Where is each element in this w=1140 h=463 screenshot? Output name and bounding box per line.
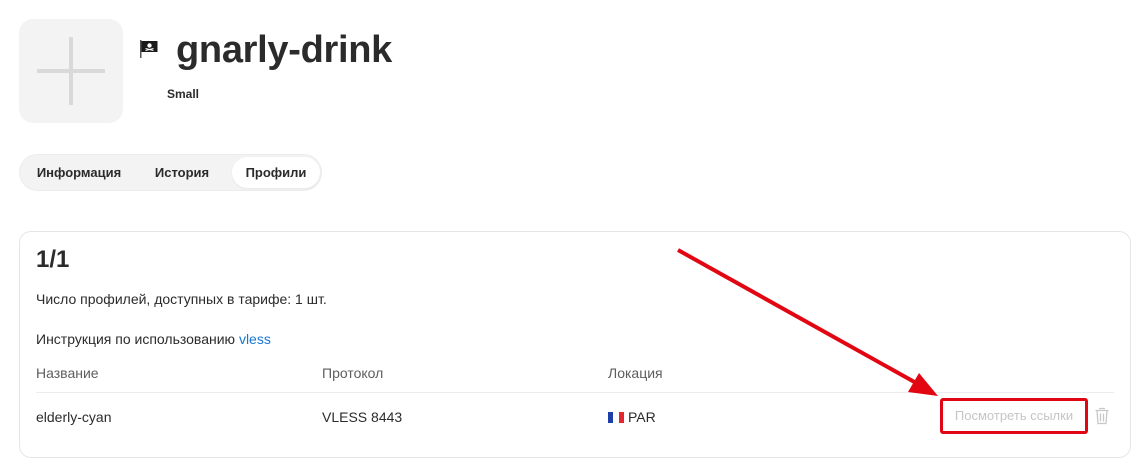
profiles-limit-text: Число профилей, доступных в тарифе: 1 шт… xyxy=(36,291,327,307)
page-title: gnarly-drink xyxy=(176,29,392,71)
profile-name: elderly-cyan xyxy=(36,409,112,425)
location-code: PAR xyxy=(628,409,656,425)
instruction-text: Инструкция по использованию vless xyxy=(36,331,271,347)
vless-instruction-link[interactable]: vless xyxy=(239,331,271,347)
view-links-button[interactable]: Посмотреть ссылки xyxy=(940,398,1088,434)
plus-icon xyxy=(37,37,105,105)
profile-protocol: VLESS 8443 xyxy=(322,409,403,425)
tab-info[interactable]: Информация xyxy=(24,157,134,188)
profiles-count: 1/1 xyxy=(36,246,70,273)
server-avatar xyxy=(19,19,123,123)
tab-history[interactable]: История xyxy=(142,157,222,188)
profiles-card: 1/1 Число профилей, доступных в тарифе: … xyxy=(19,231,1131,458)
pirate-flag-icon xyxy=(140,40,158,58)
tab-bar: Информация История Профили xyxy=(19,154,322,191)
tab-profiles[interactable]: Профили xyxy=(232,157,320,188)
plan-label: Small xyxy=(167,87,200,101)
column-header-location: Локация xyxy=(608,365,663,381)
table-divider xyxy=(36,392,1114,393)
column-header-name: Название xyxy=(36,365,99,381)
instruction-label: Инструкция по использованию xyxy=(36,331,239,347)
fr-flag-icon xyxy=(608,412,624,423)
column-header-protocol: Протокол xyxy=(322,365,384,381)
trash-icon[interactable] xyxy=(1094,407,1110,425)
profile-location: PAR xyxy=(608,409,656,425)
